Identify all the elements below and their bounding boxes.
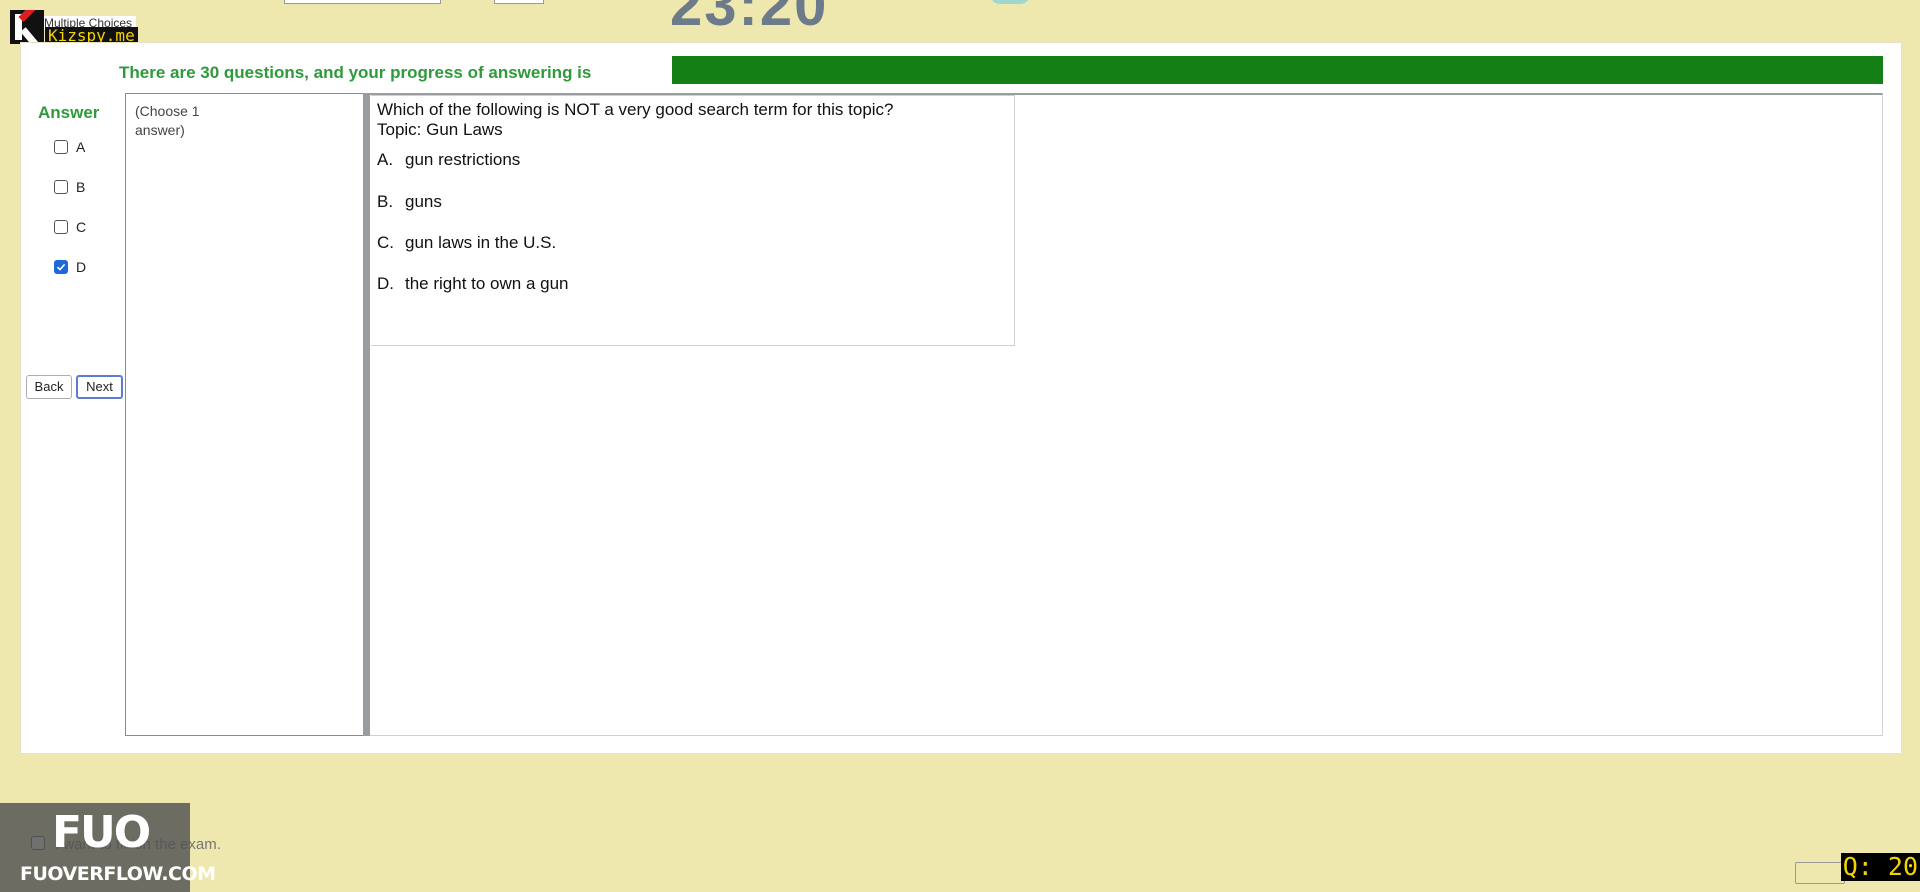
exit-button[interactable] [1795, 862, 1845, 884]
hint-panel: (Choose 1 answer) [125, 93, 363, 736]
checkbox-c[interactable] [54, 220, 68, 234]
next-button[interactable]: Next [76, 375, 123, 399]
checkbox-b[interactable] [54, 180, 68, 194]
choice-d: D. the right to own a gun [377, 274, 569, 293]
top-input[interactable] [284, 0, 441, 4]
option-label: B [76, 179, 86, 195]
option-c[interactable]: C [54, 218, 86, 236]
exam-timer: 23:20 [670, 0, 829, 38]
option-d[interactable]: D [54, 258, 86, 276]
option-label: D [76, 259, 87, 275]
question-topic: Topic: Gun Laws [377, 120, 503, 139]
progress-label: There are 30 questions, and your progres… [119, 63, 592, 82]
progress-fill [672, 56, 1883, 84]
choose-hint: (Choose 1 answer) [135, 103, 200, 138]
question-box: Which of the following is NOT a very goo… [371, 95, 1015, 346]
choice-b: B. guns [377, 192, 442, 211]
question-number-badge: Q: 20 [1841, 852, 1920, 881]
option-b[interactable]: B [54, 178, 85, 196]
app-icon [990, 0, 1030, 4]
top-small-input[interactable] [494, 0, 544, 4]
progress-bar [672, 56, 1883, 84]
choice-a: A. gun restrictions [377, 150, 521, 169]
back-button[interactable]: Back [26, 375, 72, 399]
watermark-url: FUOVERFLOW.COM [20, 863, 216, 885]
checkbox-d[interactable] [54, 260, 68, 274]
option-label: C [76, 219, 87, 235]
answer-title: Answer [38, 103, 100, 122]
option-a[interactable]: A [54, 138, 85, 156]
question-line: Which of the following is NOT a very goo… [377, 100, 894, 119]
kizspy-logo-icon [10, 10, 44, 44]
checkbox-a[interactable] [54, 140, 68, 154]
pane-splitter[interactable] [363, 93, 370, 736]
choice-c: C. gun laws in the U.S. [377, 233, 557, 252]
fuo-logo-icon: FUO [52, 807, 151, 858]
fuoverflow-watermark: FUO FUOVERFLOW.COM [0, 803, 216, 892]
option-label: A [76, 139, 86, 155]
question-text: Which of the following is NOT a very goo… [377, 100, 894, 140]
